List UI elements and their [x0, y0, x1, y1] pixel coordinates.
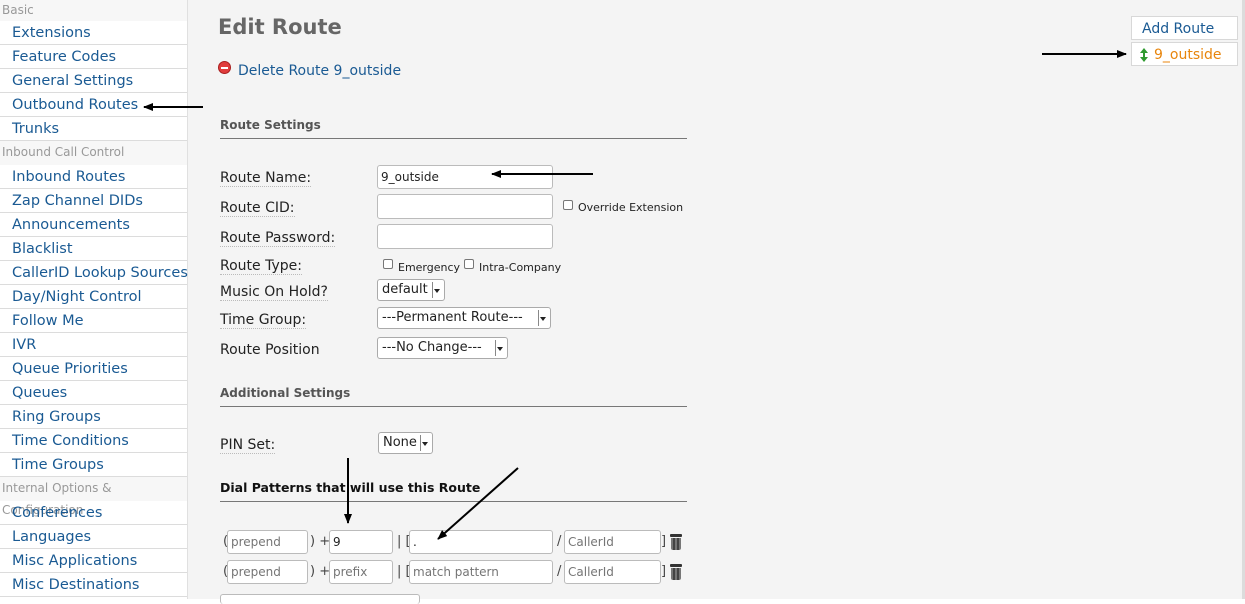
annotation-arrows [143, 50, 1127, 540]
arrow-pattern [437, 467, 519, 540]
